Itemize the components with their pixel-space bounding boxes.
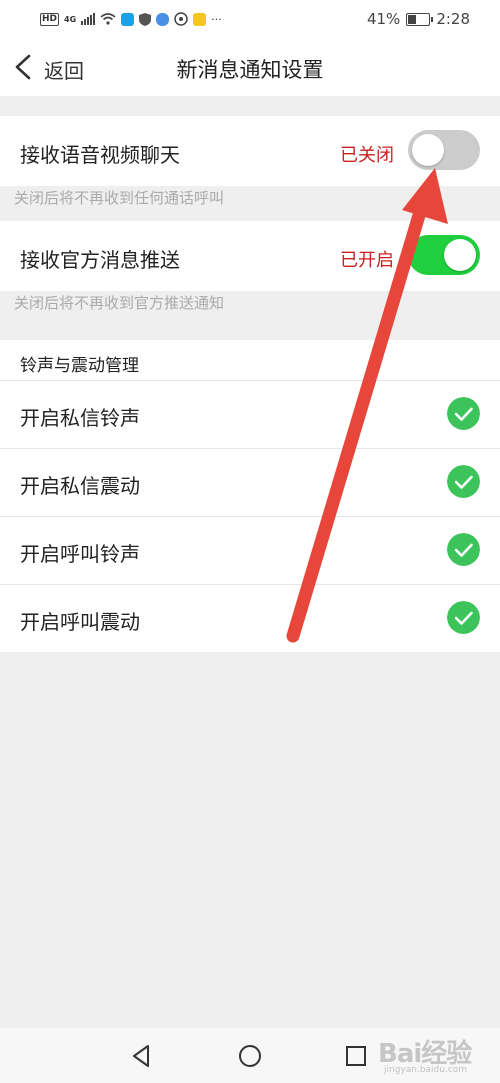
check-circle-icon[interactable] xyxy=(447,601,480,634)
setting-label-official-push: 接收官方消息推送 xyxy=(20,248,180,272)
wifi-icon xyxy=(100,13,116,25)
page-title: 新消息通知设置 xyxy=(176,58,324,82)
header-bar: 返回 新消息通知设置 xyxy=(0,38,500,96)
divider xyxy=(0,516,500,517)
list-item-label: 开启私信铃声 xyxy=(20,406,140,430)
setting-row-official-push: 接收官方消息推送 已开启 xyxy=(0,221,500,291)
pet-app-icon xyxy=(193,12,207,26)
vpn-icon xyxy=(174,12,188,26)
check-circle-icon[interactable] xyxy=(447,533,480,566)
status-text-official-push: 已开启 xyxy=(340,250,394,271)
more-notifications-icon: ··· xyxy=(211,12,222,26)
setting-label-voice-video: 接收语音视频聊天 xyxy=(20,143,180,167)
cloud-app-icon xyxy=(156,12,170,26)
divider xyxy=(0,584,500,585)
check-circle-icon[interactable] xyxy=(447,397,480,430)
status-icons-left: HD 4G ··· xyxy=(40,9,222,29)
section-header-ringtone: 铃声与震动管理 xyxy=(20,356,139,376)
status-text-voice-video: 已关闭 xyxy=(340,145,394,166)
list-item-label: 开启私信震动 xyxy=(20,474,140,498)
hint-voice-video: 关闭后将不再收到任何通话呼叫 xyxy=(14,189,225,207)
hint-official-push: 关闭后将不再收到官方推送通知 xyxy=(14,294,225,312)
status-icons-right: 41% 2:28 xyxy=(367,9,470,29)
watermark-url: jingyan.baidu.com xyxy=(384,1065,468,1075)
setting-row-voice-video: 接收语音视频聊天 已关闭 xyxy=(0,116,500,186)
toggle-official-push[interactable] xyxy=(408,235,480,275)
circle-home-icon[interactable] xyxy=(236,1042,264,1070)
check-circle-icon[interactable] xyxy=(447,465,480,498)
toggle-voice-video[interactable] xyxy=(408,130,480,170)
toggle-knob xyxy=(412,134,444,166)
search-app-icon xyxy=(121,12,135,26)
ringtone-section: 铃声与震动管理 开启私信铃声 开启私信震动 开启呼叫铃声 开启呼叫震动 xyxy=(0,340,500,652)
square-recent-icon[interactable] xyxy=(342,1042,370,1070)
watermark: Bai经验 jingyan.baidu.com xyxy=(378,1033,496,1079)
clock: 2:28 xyxy=(436,10,470,28)
shield-icon xyxy=(139,12,152,26)
hd-icon: HD xyxy=(40,12,60,26)
toggle-knob xyxy=(444,239,476,271)
divider xyxy=(0,380,500,381)
divider xyxy=(0,448,500,449)
battery-percent: 41% xyxy=(366,10,401,28)
network-4g-icon: 4G xyxy=(64,14,77,24)
signal-icon xyxy=(81,13,96,25)
battery-icon xyxy=(406,12,434,26)
list-item-label: 开启呼叫震动 xyxy=(20,610,140,634)
triangle-back-icon[interactable] xyxy=(128,1042,156,1070)
status-bar: HD 4G ··· 41% 2:28 xyxy=(0,0,500,38)
list-item-label: 开启呼叫铃声 xyxy=(20,542,140,566)
